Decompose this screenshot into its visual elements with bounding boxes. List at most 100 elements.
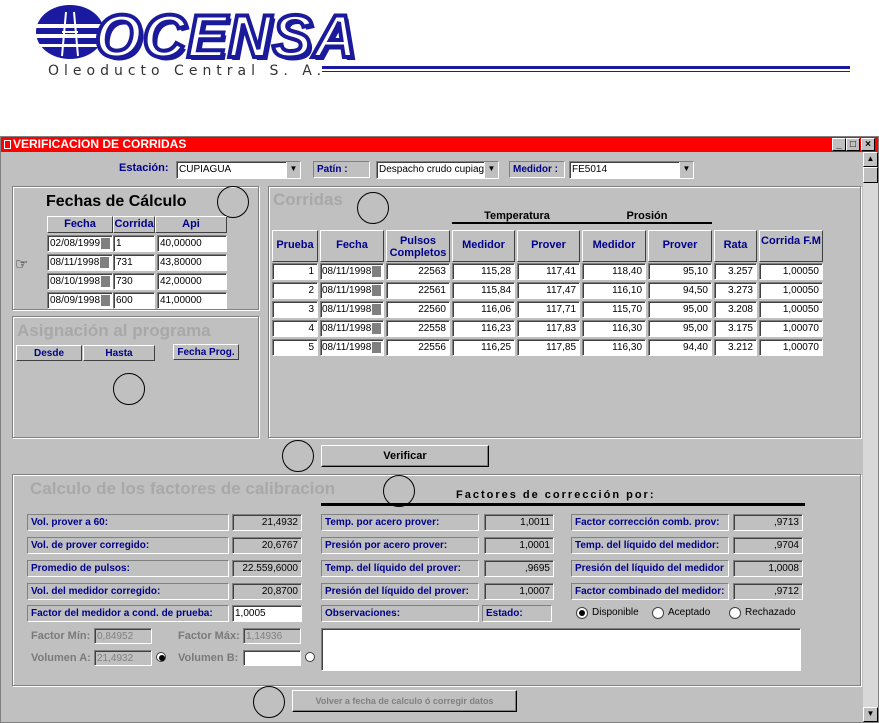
fechas-fecha-cell[interactable]: 08/10/1998 (47, 273, 113, 290)
corrida-cell[interactable]: 115,70 (582, 301, 646, 318)
calc-label: Factor combinado del medidor: (571, 583, 729, 600)
fechas-corrida-cell[interactable]: 730 (113, 273, 155, 290)
aceptado-radio[interactable] (652, 607, 664, 619)
corrida-cell[interactable]: 1,00050 (759, 282, 823, 299)
spinner-icon[interactable] (372, 265, 382, 277)
corrida-cell[interactable]: 95,00 (648, 301, 712, 318)
corrida-fecha-cell[interactable]: 08/11/1998 (320, 263, 384, 280)
corrida-cell[interactable]: 5 (272, 339, 318, 356)
volver-button[interactable]: Volver a fecha de calculo ó corregir dat… (292, 690, 517, 712)
spinner-icon[interactable] (372, 284, 382, 296)
fechas-fecha-cell[interactable]: 08/09/1998 (47, 292, 113, 309)
fechas-api-cell[interactable]: 40,00000 (157, 235, 227, 252)
corrida-cell[interactable]: 1,00050 (759, 301, 823, 318)
corrida-cell[interactable]: 116,30 (582, 320, 646, 337)
corrida-cell[interactable]: 94,40 (648, 339, 712, 356)
chevron-down-icon[interactable]: ▼ (286, 162, 300, 178)
disponible-radio[interactable] (576, 607, 588, 619)
patin-select[interactable]: Despacho crudo cupiagr ▼ (376, 161, 499, 179)
corrida-cell[interactable]: 3.208 (714, 301, 757, 318)
spinner-icon[interactable] (372, 341, 382, 353)
corrida-cell[interactable]: 22561 (386, 282, 450, 299)
scroll-up-icon[interactable]: ▲ (863, 152, 878, 167)
corrida-cell[interactable]: 115,84 (452, 282, 515, 299)
volumen-b-field[interactable] (243, 650, 301, 666)
scroll-thumb[interactable] (863, 167, 878, 183)
corrida-fecha-cell[interactable]: 08/11/1998 (320, 339, 384, 356)
calc-label: Promedio de pulsos: (27, 560, 229, 577)
fechas-api-cell[interactable]: 41,00000 (157, 292, 227, 309)
corrida-cell[interactable]: 95,10 (648, 263, 712, 280)
corrida-fecha-value: 08/11/1998 (322, 285, 372, 296)
corrida-cell[interactable]: 3.175 (714, 320, 757, 337)
corrida-cell[interactable]: 3.257 (714, 263, 757, 280)
corrida-fecha-cell[interactable]: 08/11/1998 (320, 282, 384, 299)
aceptado-label: Aceptado (668, 607, 711, 618)
corrida-cell[interactable]: 2 (272, 282, 318, 299)
vertical-scrollbar[interactable]: ▲ ▼ (863, 152, 878, 722)
corrida-cell[interactable]: 1,00050 (759, 263, 823, 280)
corrida-cell[interactable]: 22558 (386, 320, 450, 337)
fechas-corrida-cell[interactable]: 600 (113, 292, 155, 309)
corrida-cell[interactable]: 117,47 (517, 282, 580, 299)
close-button[interactable]: × (861, 138, 875, 151)
corrida-cell[interactable]: 22563 (386, 263, 450, 280)
corrida-cell[interactable]: 117,41 (517, 263, 580, 280)
corrida-cell[interactable]: 117,71 (517, 301, 580, 318)
corrida-cell[interactable]: 3.212 (714, 339, 757, 356)
corrida-cell[interactable]: 117,83 (517, 320, 580, 337)
estacion-select[interactable]: CUPIAGUA ▼ (176, 161, 301, 179)
corrida-cell[interactable]: 95,00 (648, 320, 712, 337)
observaciones-textarea[interactable] (321, 628, 801, 671)
corrida-cell[interactable]: 22556 (386, 339, 450, 356)
chevron-down-icon[interactable]: ▼ (679, 162, 693, 178)
scroll-down-icon[interactable]: ▼ (863, 707, 878, 722)
corrida-cell[interactable]: 115,28 (452, 263, 515, 280)
spinner-icon[interactable] (100, 256, 110, 268)
corrida-cell[interactable]: 116,23 (452, 320, 515, 337)
minimize-button[interactable]: _ (832, 138, 846, 151)
calc-value: 1,0007 (484, 583, 554, 600)
fechas-corrida-cell[interactable]: 731 (113, 254, 155, 271)
corrida-cell[interactable]: 3.273 (714, 282, 757, 299)
corrida-fecha-cell[interactable]: 08/11/1998 (320, 320, 384, 337)
fecha-prog-button[interactable]: Fecha Prog. (173, 344, 239, 360)
spinner-icon[interactable] (101, 237, 111, 249)
volumen-b-radio[interactable] (305, 652, 315, 662)
corrida-cell[interactable]: 3 (272, 301, 318, 318)
volumen-a-field: 21,4932 (94, 650, 152, 666)
corrida-cell[interactable]: 1 (272, 263, 318, 280)
corrida-cell[interactable]: 4 (272, 320, 318, 337)
verificar-button[interactable]: Verificar (321, 445, 489, 467)
spinner-icon[interactable] (372, 322, 382, 334)
spinner-icon[interactable] (101, 294, 111, 306)
factor-medidor-field[interactable]: 1,0005 (232, 605, 302, 622)
fechas-corrida-cell[interactable]: 1 (113, 235, 155, 252)
corrida-cell[interactable]: 116,10 (582, 282, 646, 299)
fechas-api-cell[interactable]: 43,80000 (157, 254, 227, 271)
corrida-cell[interactable]: 116,25 (452, 339, 515, 356)
corrida-cell[interactable]: 94,50 (648, 282, 712, 299)
spinner-icon[interactable] (101, 275, 111, 287)
medidor-select[interactable]: FE5014 ▼ (569, 161, 694, 179)
corrida-cell[interactable]: 22560 (386, 301, 450, 318)
corrida-cell[interactable]: 1,00070 (759, 339, 823, 356)
calc-value: ,9713 (733, 514, 803, 531)
estacion-label: Estación: (119, 162, 169, 174)
corridas-col-header: Fecha (320, 230, 384, 262)
fechas-api-cell[interactable]: 42,00000 (157, 273, 227, 290)
maximize-button[interactable]: □ (846, 138, 860, 151)
corrida-cell[interactable]: 116,06 (452, 301, 515, 318)
chevron-down-icon[interactable]: ▼ (484, 162, 498, 178)
fechas-fecha-cell[interactable]: 08/11/1998 (47, 254, 113, 271)
volumen-a-radio[interactable] (156, 652, 166, 662)
rechazado-radio[interactable] (729, 607, 741, 619)
fechas-fecha-cell[interactable]: 02/08/1999 (47, 235, 113, 252)
corrida-cell[interactable]: 116,30 (582, 339, 646, 356)
corrida-cell[interactable]: 117,85 (517, 339, 580, 356)
corrida-fecha-cell[interactable]: 08/11/1998 (320, 301, 384, 318)
estacion-value: CUPIAGUA (179, 164, 232, 175)
spinner-icon[interactable] (372, 303, 382, 315)
corrida-cell[interactable]: 1,00070 (759, 320, 823, 337)
corrida-cell[interactable]: 118,40 (582, 263, 646, 280)
